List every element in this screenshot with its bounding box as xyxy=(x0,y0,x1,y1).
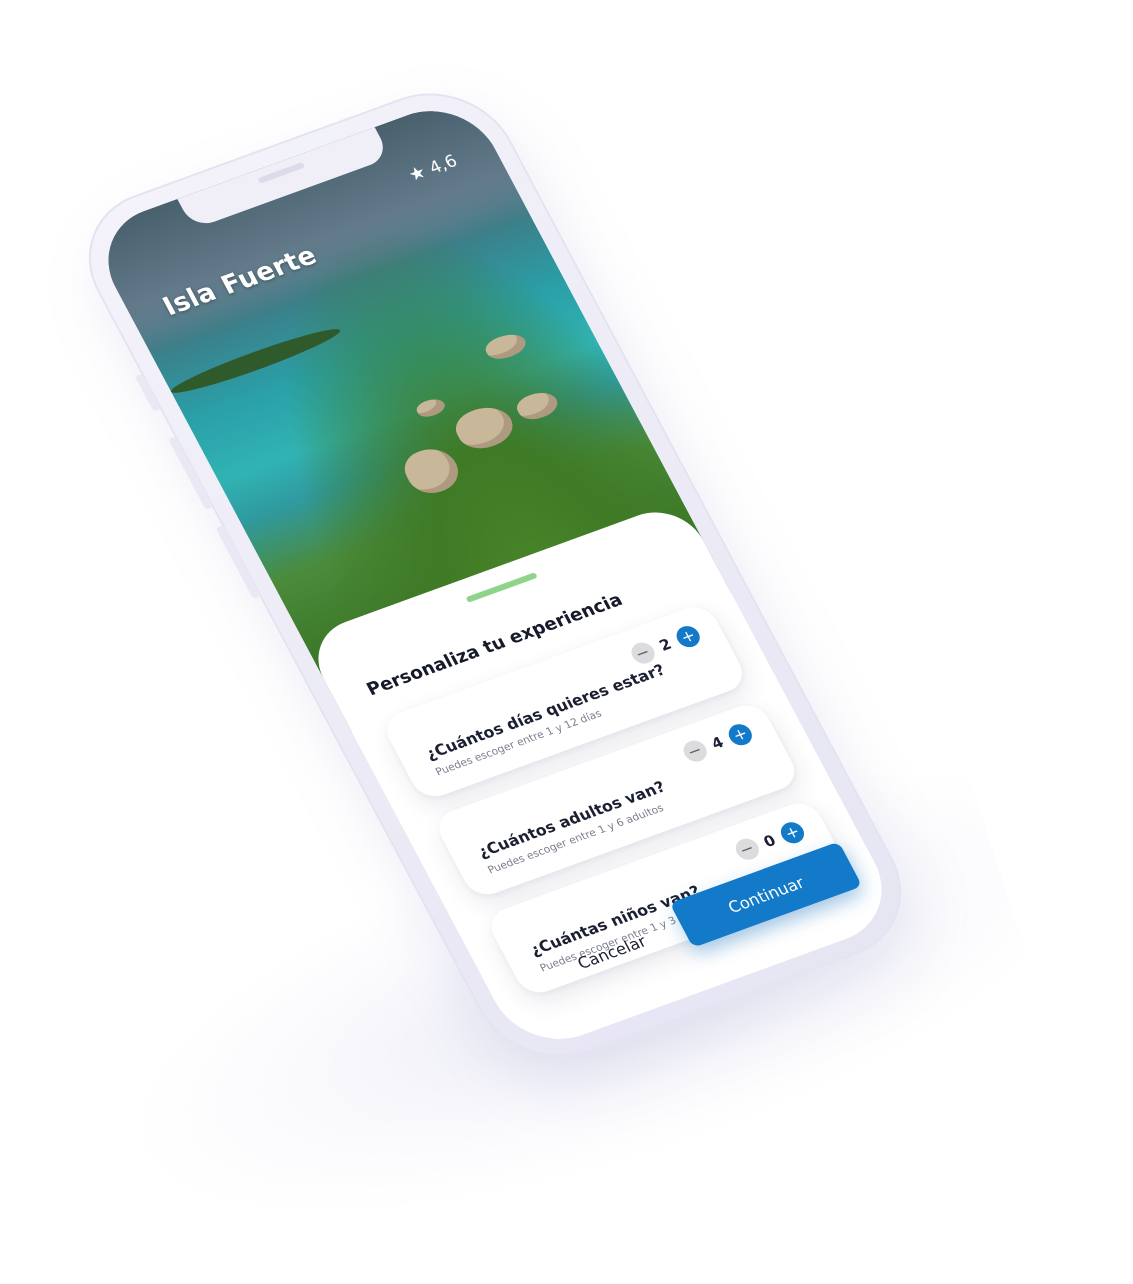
cancel-button[interactable]: Cancelar xyxy=(568,929,656,976)
hero-rock xyxy=(512,387,563,424)
children-plus-button[interactable]: + xyxy=(776,819,809,847)
children-minus-button[interactable]: − xyxy=(731,835,763,863)
children-value: 0 xyxy=(760,831,779,851)
adults-minus-button[interactable]: − xyxy=(679,737,711,765)
stage: Isla Fuerte ★ 4,6 Personaliza tu experie… xyxy=(0,0,1133,1284)
hero-rock xyxy=(481,329,530,364)
phone-device: Isla Fuerte ★ 4,6 Personaliza tu experie… xyxy=(60,71,930,1079)
hero-rock xyxy=(449,400,520,455)
adults-plus-button[interactable]: + xyxy=(724,721,756,749)
hero-rock xyxy=(397,442,466,500)
days-plus-button[interactable]: + xyxy=(672,623,704,651)
days-value: 2 xyxy=(656,635,675,655)
phone-screen: Isla Fuerte ★ 4,6 Personaliza tu experie… xyxy=(86,93,904,1057)
adults-value: 4 xyxy=(708,733,727,753)
sheet-drag-handle[interactable] xyxy=(465,572,538,603)
adults-stepper: − 4 + xyxy=(679,721,756,765)
hero-rock xyxy=(413,395,448,420)
days-stepper: − 2 + xyxy=(627,623,704,667)
